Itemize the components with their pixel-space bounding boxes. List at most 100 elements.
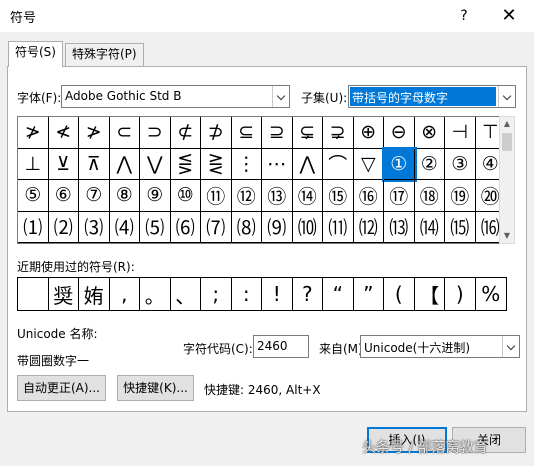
help-button[interactable]: ? (453, 5, 475, 27)
symbol-cell[interactable]: ⋯ (262, 148, 293, 180)
symbol-cell[interactable]: ⊆ (231, 117, 262, 149)
symbol-cell[interactable]: ⒁ (414, 211, 445, 243)
scroll-thumb[interactable] (502, 133, 512, 151)
recent-symbol-cell[interactable]: 。 (140, 278, 171, 310)
symbol-cell[interactable]: ≮ (48, 117, 79, 149)
symbol-cell[interactable]: ⊻ (48, 148, 79, 180)
recent-symbol-cell[interactable]: 【 (415, 278, 445, 310)
symbol-cell[interactable]: ⊊ (292, 117, 323, 149)
symbol-cell[interactable]: ③ (445, 148, 476, 180)
recent-symbol-cell[interactable]: ; (201, 278, 232, 310)
symbol-cell[interactable]: ⑥ (48, 180, 79, 212)
symbol-cell[interactable]: ⑿ (353, 211, 384, 243)
symbol-cell[interactable]: ⑦ (79, 180, 110, 212)
symbol-cell[interactable]: ⋛ (201, 148, 232, 180)
symbol-cell[interactable]: ⊕ (353, 117, 384, 149)
symbol-cell[interactable]: ⑶ (79, 211, 110, 243)
symbol-cell[interactable]: ⊂ (109, 117, 140, 149)
symbol-cell[interactable]: ⒀ (384, 211, 415, 243)
symbol-cell[interactable]: ▽ (353, 148, 384, 180)
recent-symbol-cell[interactable]: ” (354, 278, 384, 310)
symbol-cell[interactable]: ⊣ (445, 117, 476, 149)
recent-symbol-cell[interactable]: 奨 (49, 278, 79, 310)
recent-symbol-cell[interactable]: ) (445, 278, 476, 310)
recent-symbols-label: 近期使用过的符号(R): (17, 260, 135, 274)
symbol-cell[interactable]: ⑧ (109, 180, 140, 212)
symbol-cell[interactable]: ⑪ (201, 180, 232, 212)
symbol-cell[interactable]: ⊄ (170, 117, 201, 149)
symbol-cell[interactable]: ⑵ (48, 211, 79, 243)
symbol-cell[interactable]: ⑫ (231, 180, 262, 212)
recent-symbol-cell[interactable]: % (476, 278, 507, 310)
symbol-cell[interactable]: ⊥ (18, 148, 49, 180)
symbol-cell[interactable]: ≯ (18, 117, 49, 149)
symbol-cell[interactable]: ⑷ (109, 211, 140, 243)
symbol-cell[interactable]: ⋀ (292, 148, 323, 180)
tab-symbols[interactable]: 符号(S) (8, 41, 63, 67)
tab-special-characters[interactable]: 特殊字符(P) (65, 43, 144, 66)
symbol-cell[interactable]: ⑾ (323, 211, 354, 243)
symbol-cell[interactable]: ⊋ (323, 117, 354, 149)
chevron-down-icon[interactable] (502, 336, 519, 357)
symbol-cell[interactable]: ⑰ (384, 180, 415, 212)
recent-symbol-cell[interactable]: ( (384, 278, 415, 310)
symbol-cell[interactable]: ⑲ (445, 180, 476, 212)
font-select[interactable]: Adobe Gothic Std B (61, 85, 290, 108)
shortcut-key-button[interactable]: 快捷键(K)... (117, 375, 194, 401)
scroll-up-icon[interactable]: ▲ (500, 117, 514, 131)
symbol-cell[interactable]: ⑤ (18, 180, 49, 212)
symbol-cell[interactable]: ⋮ (231, 148, 262, 180)
chevron-down-icon[interactable] (498, 86, 515, 107)
scroll-down-icon[interactable]: ▼ (500, 229, 514, 243)
symbol-cell[interactable]: ⊗ (414, 117, 445, 149)
symbol-cell[interactable]: ⑩ (170, 180, 201, 212)
recent-symbol-cell[interactable]: ? (293, 278, 323, 310)
unicode-name-label: Unicode 名称: (17, 327, 98, 341)
autocorrect-button[interactable]: 自动更正(A)... (17, 375, 106, 401)
symbol-cell[interactable]: ⑱ (414, 180, 445, 212)
recent-symbol-cell[interactable]: 、 (171, 278, 201, 310)
symbol-cell[interactable]: ⑼ (262, 211, 293, 243)
symbol-grid: ≯ ≮ ≯ ⊂ ⊃ ⊄ ⊅ ⊆ ⊇ ⊊ ⊋ ⊕ ⊖ ⊗ ⊣ ⊤ ⊥ ⊻ ⊼ ⋀ ⋁ ⋚ ⋛ ⋮ ⋯ ⋀ ⌒ ▽ ① ② ③ ④ ⑤ ⑥ ⑦ ⑧ ⑨ ⑩ ⑪ ⑫… (17, 116, 507, 244)
symbol-cell[interactable]: ① (382, 146, 417, 182)
symbol-cell[interactable]: ≯ (79, 117, 110, 149)
recent-symbol-cell[interactable]: “ (323, 278, 354, 310)
watermark: 头条号 / 部落窝教育 (362, 440, 488, 456)
recent-symbol-cell[interactable]: ! (262, 278, 293, 310)
close-window-button[interactable]: ✕ (498, 5, 520, 27)
symbol-cell[interactable]: ⋀ (109, 148, 140, 180)
symbol-cell[interactable]: ⑬ (262, 180, 293, 212)
symbol-cell[interactable]: ② (414, 148, 445, 180)
symbol-cell[interactable]: ⌒ (323, 148, 354, 180)
chevron-down-icon[interactable] (272, 86, 289, 107)
symbol-cell[interactable]: ⑮ (323, 180, 354, 212)
symbol-cell[interactable]: ⑨ (140, 180, 171, 212)
title-bar: 符号 ? ✕ (0, 0, 534, 32)
symbol-cell[interactable]: ⑸ (140, 211, 171, 243)
symbol-cell[interactable]: ⋁ (140, 148, 171, 180)
symbol-grid-scrollbar[interactable]: ▲ ▼ (499, 116, 515, 244)
symbol-cell[interactable]: ⑻ (231, 211, 262, 243)
symbol-cell[interactable]: ⑴ (18, 211, 49, 243)
char-code-input[interactable]: 2460 (253, 335, 309, 358)
subset-select[interactable]: 带括号的字母数字 (348, 85, 516, 108)
dialog-title: 符号 (10, 11, 37, 26)
from-select[interactable]: Unicode(十六进制) (360, 335, 520, 358)
recent-symbol-cell[interactable]: 姷 (79, 278, 110, 310)
symbol-cell[interactable]: ⊼ (79, 148, 110, 180)
from-value: Unicode(十六进制) (364, 341, 471, 355)
recent-symbol-cell[interactable]: , (110, 278, 140, 310)
symbol-cell[interactable]: ⊅ (201, 117, 232, 149)
symbol-cell[interactable]: ⋚ (170, 148, 201, 180)
recent-symbol-cell[interactable] (18, 278, 49, 310)
symbol-cell[interactable]: ⑭ (292, 180, 323, 212)
symbol-cell[interactable]: ⊇ (262, 117, 293, 149)
symbol-cell[interactable]: ⒂ (445, 211, 476, 243)
symbol-cell[interactable]: ⑽ (292, 211, 323, 243)
symbol-cell[interactable]: ⑹ (170, 211, 201, 243)
symbol-cell[interactable]: ⊃ (140, 117, 171, 149)
recent-symbol-cell[interactable]: : (232, 278, 262, 310)
symbol-cell[interactable]: ⊖ (384, 117, 415, 149)
symbol-cell[interactable]: ⑺ (201, 211, 232, 243)
symbol-cell[interactable]: ⑯ (353, 180, 384, 212)
